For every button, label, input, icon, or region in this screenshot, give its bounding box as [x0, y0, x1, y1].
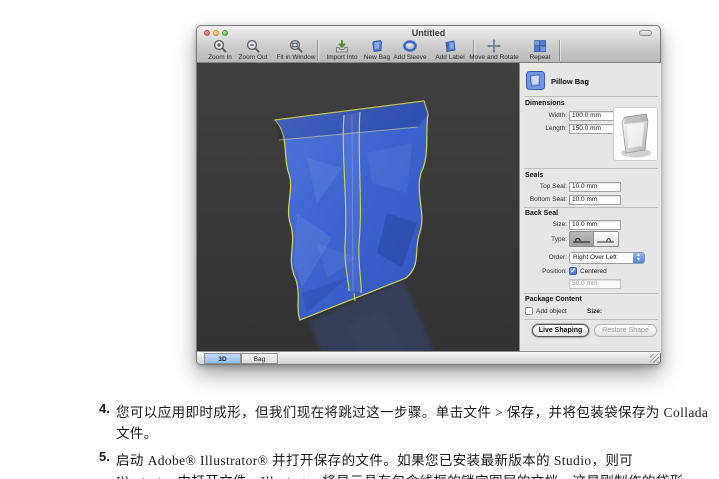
toolbar-button-move-and-rotate[interactable]: Move and Rotate: [460, 38, 528, 63]
document-page: Untitled Zoom In Zoom Out: [0, 0, 719, 479]
bottom-seal-input[interactable]: 10.0 mm: [569, 195, 621, 205]
top-seal-label: Top Seal:: [523, 183, 567, 190]
add-object-label: Add object: [536, 308, 567, 315]
centered-checkbox[interactable]: ✓: [569, 267, 577, 275]
add-sleeve-icon: [388, 38, 432, 54]
tab-3d[interactable]: 3D: [204, 353, 241, 364]
order-value: Right Over Left: [573, 254, 617, 261]
title-bar[interactable]: Untitled Zoom In Zoom Out: [197, 26, 660, 63]
dimensions-title: Dimensions: [525, 100, 565, 107]
separator: [524, 96, 658, 97]
restore-shape-button[interactable]: Restore Shape: [594, 324, 657, 337]
position-label: Position:: [523, 268, 567, 275]
toolbar-button-repeat[interactable]: Repeat: [522, 38, 558, 63]
seal-type-toggle: [569, 231, 619, 247]
separator: [524, 207, 658, 208]
move-and-rotate-icon: [460, 38, 528, 54]
stepper-arrows-icon: ▲▼: [633, 253, 644, 263]
order-label: Order:: [523, 254, 567, 261]
add-object-checkbox[interactable]: [525, 307, 533, 315]
length-label: Length:: [523, 125, 567, 132]
back-seal-size-input[interactable]: 10.0 mm: [569, 220, 621, 230]
bag-preview-thumbnail: [613, 107, 658, 161]
repeat-icon: [522, 38, 558, 54]
step-text-line: 启动 Adobe® Illustrator® 并打开保存的文件。如果您已安装最新…: [116, 449, 633, 469]
back-seal-size-label: Size:: [523, 221, 567, 228]
back-seal-title: Back Seal: [525, 210, 558, 217]
content-size-label: Size:: [587, 308, 602, 315]
bottom-seal-label: Bottom Seal:: [523, 196, 567, 203]
step-number: 5.: [99, 449, 110, 464]
view-tab-bar: 3D Bag: [197, 351, 660, 364]
separator: [524, 319, 658, 320]
pillow-bag-icon: [526, 71, 545, 92]
settings-panel: Pillow Bag Dimensions Width: 100.0 mm Le…: [521, 63, 661, 353]
toolbar-divider: [317, 40, 318, 61]
viewport-3d[interactable]: [197, 63, 520, 353]
window-title: Untitled: [197, 28, 660, 38]
panel-title: Pillow Bag: [551, 77, 589, 86]
toolbar-toggle-capsule[interactable]: [639, 30, 652, 36]
resize-grip[interactable]: [650, 354, 659, 363]
top-seal-input[interactable]: 10.0 mm: [569, 182, 621, 192]
pillow-bag-3d-render: [197, 63, 520, 353]
seal-type-fin-left-button[interactable]: [569, 231, 594, 247]
toolbar-label: Move and Rotate: [460, 54, 528, 61]
centered-label: Centered: [580, 268, 607, 275]
step-number: 4.: [99, 401, 110, 416]
order-select[interactable]: Right Over Left ▲▼: [569, 252, 645, 264]
position-offset-input[interactable]: 50.0 mm: [569, 279, 621, 289]
tab-bag[interactable]: Bag: [241, 353, 278, 364]
toolbar: Zoom In Zoom Out Fit in Window: [197, 38, 660, 63]
package-content-title: Package Content: [525, 296, 582, 303]
app-window: Untitled Zoom In Zoom Out: [196, 25, 661, 365]
separator: [524, 168, 658, 169]
separator: [524, 293, 658, 294]
seal-type-fin-right-button[interactable]: [594, 231, 619, 247]
back-seal-type-label: Type:: [523, 236, 567, 243]
toolbar-divider: [559, 40, 560, 61]
toolbar-label: Repeat: [522, 54, 558, 61]
toolbar-button-add-sleeve[interactable]: Add Sleeve: [388, 38, 432, 63]
step-text-line: 您可以应用即时成形，但我们现在将跳过这一步骤。单击文件 > 保存，并将包装袋保存…: [116, 401, 708, 421]
width-label: Width:: [523, 112, 567, 119]
step-text-line: Illustrator 中打开文件，Illustrator 将显示具有包含线框的…: [116, 470, 684, 479]
step-text-line: 文件。: [116, 422, 158, 442]
toolbar-label: Add Sleeve: [388, 54, 432, 61]
seals-title: Seals: [525, 172, 543, 179]
live-shaping-button[interactable]: Live Shaping: [532, 324, 589, 337]
